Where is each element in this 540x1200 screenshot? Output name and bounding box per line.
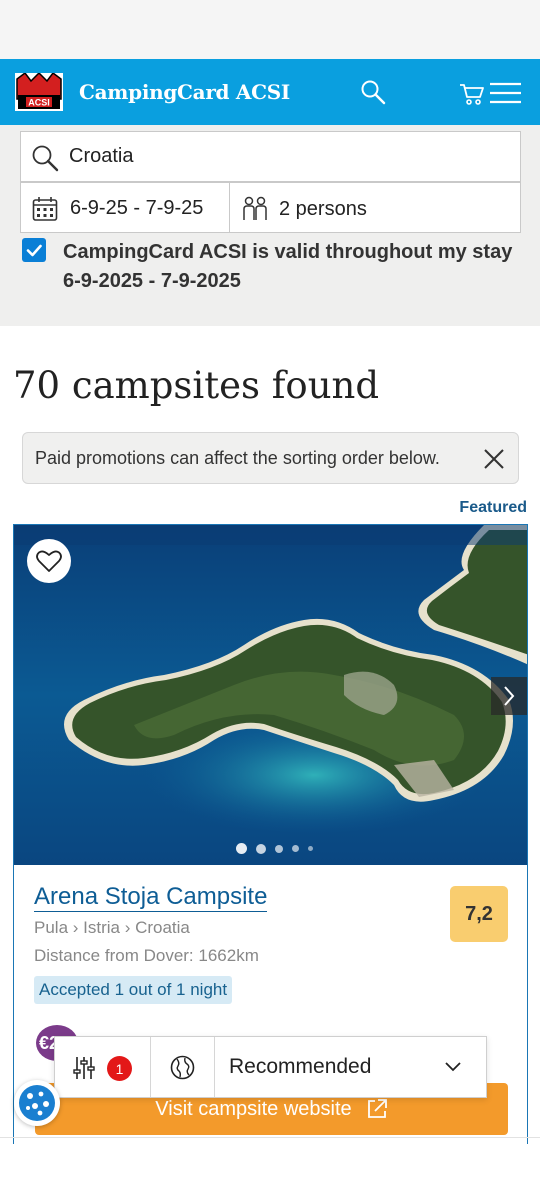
chevron-down-icon (445, 1062, 461, 1072)
photo-dot[interactable] (236, 843, 247, 854)
search-icon[interactable] (360, 79, 386, 105)
date-value: 6-9-25 - 7-9-25 (70, 197, 204, 219)
bottom-divider (0, 1137, 540, 1138)
sort-select[interactable]: Recommended (215, 1037, 486, 1097)
photo-dot[interactable] (275, 844, 283, 853)
campsite-location: Pula › Istria › Croatia (34, 918, 190, 937)
close-icon[interactable] (482, 447, 506, 471)
filter-sliders-icon (73, 1057, 95, 1079)
results-count-title: 70 campsites found (13, 364, 380, 407)
sort-value: Recommended (229, 1055, 372, 1078)
persons-value: 2 persons (279, 198, 367, 220)
brand-name: CampingCard ACSI (79, 80, 290, 104)
acceptance-badge: Accepted 1 out of 1 night (34, 976, 233, 1004)
destination-field[interactable]: Croatia (20, 131, 521, 182)
filter-button[interactable]: 1 (55, 1037, 150, 1097)
review-score: 7,2 (450, 886, 508, 942)
chevron-right-icon (504, 686, 515, 706)
cart-icon[interactable] (459, 82, 485, 106)
map-button[interactable] (151, 1037, 214, 1097)
validity-line-2: 6-9-2025 - 7-9-2025 (63, 270, 241, 292)
results-toolbar: 1 Recommended (54, 1036, 487, 1098)
visit-website-label: Visit campsite website (155, 1097, 352, 1120)
validity-label: CampingCard ACSI is valid throughout my … (63, 238, 523, 296)
photo-dot[interactable] (308, 846, 313, 851)
date-field[interactable]: 6-9-25 - 7-9-25 (20, 182, 230, 233)
heart-icon (36, 550, 62, 572)
photo-pagination (236, 843, 313, 854)
promo-notice: Paid promotions can affect the sorting o… (22, 432, 519, 484)
campsite-distance: Distance from Dover: 1662km (34, 946, 259, 965)
menu-icon[interactable] (489, 82, 522, 104)
validity-line-1: CampingCard ACSI is valid throughout my … (63, 241, 513, 263)
globe-icon (170, 1055, 195, 1080)
logo-text: ACSI (28, 98, 50, 108)
search-icon (32, 145, 59, 172)
external-link-icon (367, 1099, 387, 1118)
destination-value: Croatia (69, 145, 134, 167)
featured-label: Featured (459, 499, 527, 516)
filter-count-badge: 1 (107, 1056, 132, 1081)
cookie-settings-button[interactable] (14, 1080, 60, 1126)
validity-checkbox[interactable] (22, 238, 46, 262)
persons-icon (243, 196, 267, 220)
acsi-logo[interactable]: ACSI (15, 73, 63, 111)
persons-field[interactable]: 2 persons (229, 182, 521, 233)
next-photo-button[interactable] (491, 677, 527, 715)
search-panel: Croatia 6-9-25 - 7-9-25 2 persons Campin (0, 125, 540, 326)
status-bar (0, 0, 540, 59)
app-header: ACSI CampingCard ACSI (0, 59, 540, 125)
campsite-name-link[interactable]: Arena Stoja Campsite (34, 883, 268, 912)
photo-dot[interactable] (256, 843, 266, 854)
calendar-icon (32, 197, 58, 221)
checkmark-icon (26, 244, 42, 257)
campsite-photo[interactable] (14, 525, 528, 865)
cookie-icon (19, 1085, 55, 1121)
favorite-button[interactable] (27, 539, 71, 583)
promo-notice-text: Paid promotions can affect the sorting o… (35, 448, 440, 468)
photo-dot[interactable] (292, 845, 299, 852)
